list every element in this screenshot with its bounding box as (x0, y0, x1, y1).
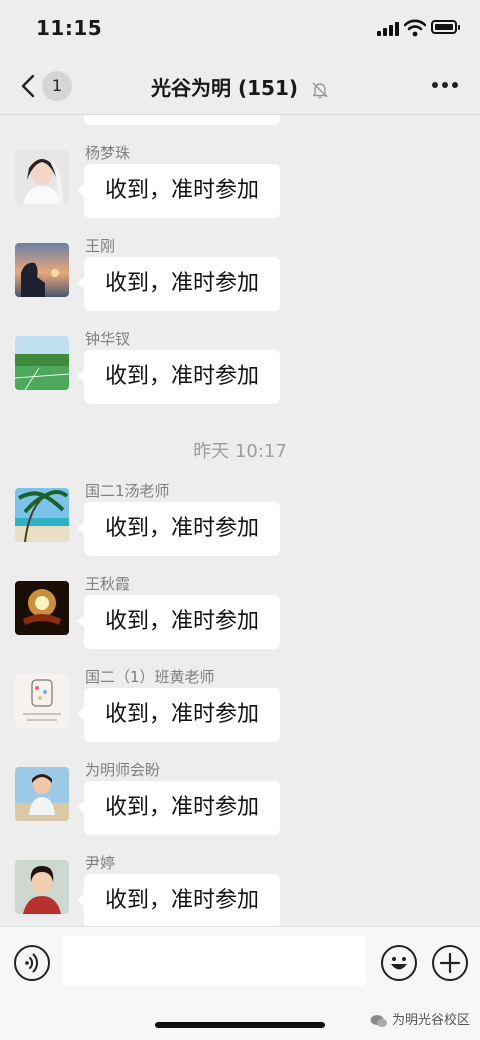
message-item: 国二1汤老师 收到，准时参加 (0, 480, 480, 570)
sender-name: 王秋霞 (85, 575, 131, 593)
message-bubble[interactable]: 收到，准时参加 (77, 257, 280, 311)
avatar[interactable] (15, 767, 69, 821)
avatar[interactable] (15, 243, 69, 297)
message-item: 国二（1）班黄老师 收到，准时参加 (0, 666, 480, 756)
timestamp: 昨天 10:17 (193, 441, 287, 462)
status-bar: 11:15 (0, 0, 480, 58)
plus-icon (439, 952, 461, 974)
avatar[interactable] (15, 674, 69, 728)
chat-title: 光谷为明 (151) (0, 72, 480, 101)
avatar[interactable] (15, 860, 69, 914)
status-time: 11:15 (36, 16, 103, 40)
avatar[interactable] (15, 488, 69, 542)
message-item: 杨梦珠 收到，准时参加 (0, 142, 480, 232)
plus-button[interactable] (432, 945, 468, 981)
message-item: 尹婷 收到，准时参加 (0, 852, 480, 926)
watermark-text: 为明光谷校区 (392, 1013, 471, 1028)
sender-name: 杨梦珠 (85, 144, 131, 162)
voice-icon (25, 953, 38, 973)
voice-button[interactable] (14, 945, 50, 981)
message-input[interactable] (62, 936, 366, 986)
watermark: 为明光谷校区 (370, 1009, 470, 1028)
battery-icon (431, 20, 460, 34)
message-bubble[interactable]: 收到，准时参加 (77, 350, 280, 404)
message-bubble[interactable]: 收到，准时参加 (77, 502, 280, 556)
wifi-icon (404, 19, 426, 37)
chat-title-text: 光谷为明 (151) (151, 76, 299, 100)
message-bubble[interactable]: 收到，准时参加 (77, 688, 280, 742)
partial-message-bubble (84, 115, 280, 125)
message-item: 王刚 收到，准时参加 (0, 235, 480, 325)
chat-header: 1 光谷为明 (151) (0, 58, 480, 115)
message-list[interactable]: 杨梦珠 收到，准时参加 王刚 收到，准时参加 钟华钗 收到，准时参加 昨天 10… (0, 115, 480, 926)
emoji-button[interactable] (381, 945, 417, 981)
avatar[interactable] (15, 581, 69, 635)
message-item: 王秋霞 收到，准时参加 (0, 573, 480, 663)
avatar[interactable] (15, 150, 69, 204)
input-bar: 为明光谷校区 (0, 926, 480, 1040)
sender-name: 钟华钗 (85, 330, 131, 348)
message-bubble[interactable]: 收到，准时参加 (77, 781, 280, 835)
home-indicator[interactable] (155, 1022, 325, 1028)
message-bubble[interactable]: 收到，准时参加 (77, 874, 280, 926)
message-item: 钟华钗 收到，准时参加 (0, 328, 480, 418)
emoji-icon (391, 957, 407, 970)
message-bubble[interactable]: 收到，准时参加 (77, 164, 280, 218)
bell-off-icon (312, 82, 328, 98)
sender-name: 王刚 (85, 237, 116, 255)
sender-name: 尹婷 (85, 854, 116, 872)
wechat-logo-icon (370, 1014, 387, 1027)
avatar[interactable] (15, 336, 69, 390)
signal-icon (377, 22, 399, 36)
message-item: 为明师会盼 收到，准时参加 (0, 759, 480, 849)
sender-name: 为明师会盼 (85, 761, 161, 779)
sender-name: 国二（1）班黄老师 (85, 668, 215, 686)
sender-name: 国二1汤老师 (85, 482, 170, 500)
more-dots-icon[interactable] (432, 82, 458, 88)
message-bubble[interactable]: 收到，准时参加 (77, 595, 280, 649)
